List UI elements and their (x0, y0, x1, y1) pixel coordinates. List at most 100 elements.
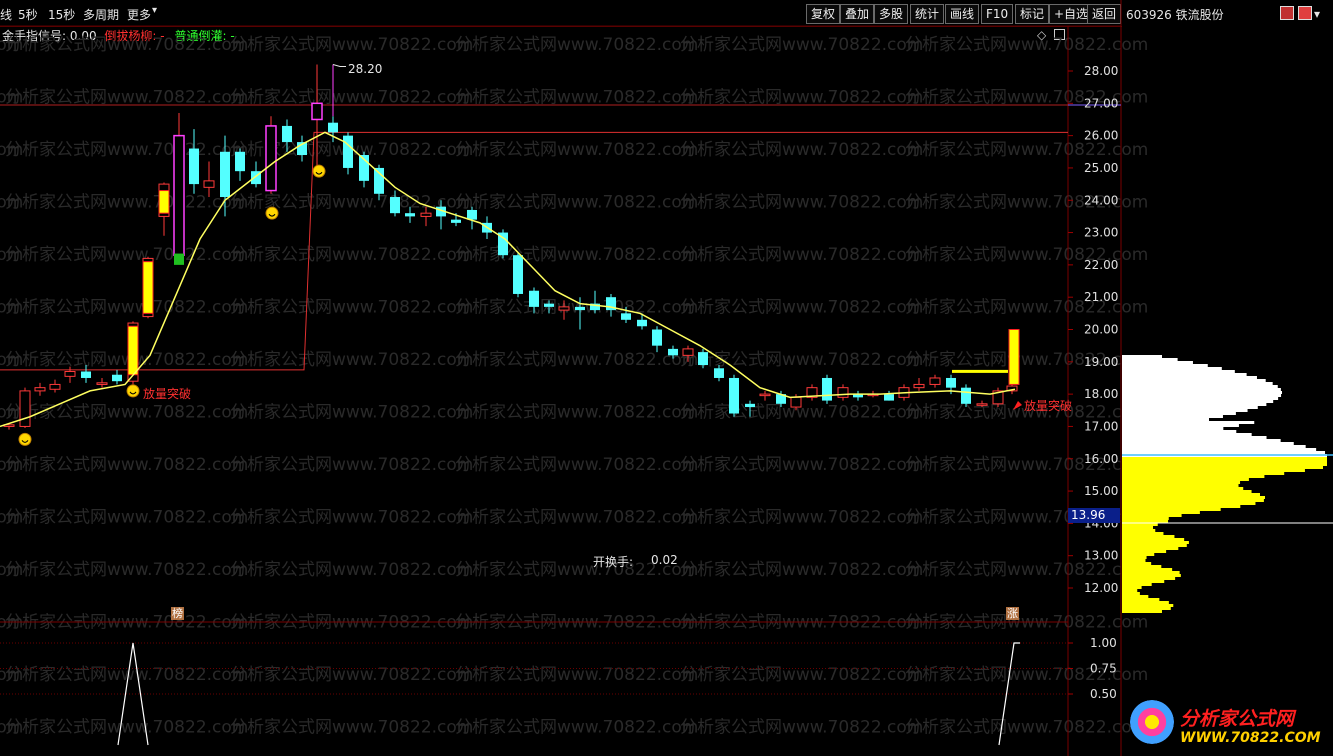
watermark-text: 分析家公式网www.70822.com (230, 298, 473, 318)
profile-bar (1122, 559, 1146, 562)
profile-bar (1122, 610, 1162, 613)
profile-bar (1122, 493, 1260, 496)
profile-bar (1122, 430, 1237, 433)
indicator-tick-label: 1.00 (1090, 636, 1117, 650)
candle-body-up (759, 393, 771, 397)
watermark-text: 分析家公式网www.70822.com (680, 193, 923, 213)
price-tick-label: 20.00 (1084, 323, 1118, 337)
candle-body-up (311, 102, 323, 120)
profile-bar (1122, 403, 1267, 406)
candle-body-up (203, 180, 215, 188)
profile-bar (1122, 397, 1279, 400)
candle-body-up (173, 135, 185, 256)
profile-bar (1122, 502, 1256, 505)
candle-body-down (467, 209, 477, 220)
turnover-value: 0.02 (651, 553, 678, 567)
candle-body-down (544, 303, 554, 307)
watermark-text: 分析家公式网www.70822.com (680, 455, 923, 475)
price-tick-label: 17.00 (1084, 419, 1118, 433)
green-bar (174, 253, 184, 265)
profile-bar (1122, 460, 1327, 463)
candle-body-up (790, 396, 802, 408)
profile-bar (1122, 448, 1317, 451)
profile-bar (1122, 415, 1223, 418)
profile-bar (1122, 463, 1327, 466)
watermark-text: 分析家公式网www.70822.com (5, 140, 248, 160)
smiley-icon (312, 164, 326, 178)
watermark-text: 分析家公式网www.70822.com (230, 245, 473, 265)
signal-bar (127, 325, 139, 376)
candle-body-down (745, 403, 755, 408)
profile-bar (1122, 487, 1244, 490)
watermark-text: 分析家公式网www.70822.com (455, 140, 698, 160)
candle-body-up (682, 348, 694, 356)
profile-bar (1122, 529, 1156, 532)
profile-bar (1122, 568, 1173, 571)
flower-icon (1130, 700, 1174, 744)
profile-bar (1122, 469, 1305, 472)
price-tick-label: 27.00 (1084, 96, 1118, 110)
profile-bar (1122, 547, 1179, 550)
candle-body-down (235, 151, 245, 172)
profile-bar (1122, 421, 1255, 424)
candle-body-down (652, 329, 662, 346)
watermark-text: 分析家公式网www.70822.com (5, 193, 248, 213)
profile-bar (1122, 475, 1265, 478)
profile-bar (1122, 604, 1174, 607)
profile-bar (1122, 511, 1200, 514)
profile-bar (1122, 589, 1138, 592)
profile-bar (1122, 607, 1171, 610)
candle-body-down (575, 306, 585, 311)
price-tick-label: 24.00 (1084, 193, 1118, 207)
candle-body-up (49, 383, 61, 390)
profile-bar (1122, 406, 1258, 409)
price-tick-label: 12.00 (1084, 581, 1118, 595)
candle-body-down (451, 219, 461, 223)
watermark-text: 分析家公式网www.70822.com (455, 193, 698, 213)
profile-bar (1122, 466, 1323, 469)
price-tick-label: 16.00 (1084, 452, 1118, 466)
watermark-text: 分析家公式网www.70822.com (680, 403, 923, 423)
candle-body-down (112, 374, 122, 382)
price-tick-label: 23.00 (1084, 226, 1118, 240)
level-bar (952, 369, 1008, 373)
current-price-marker: 13.96 (1068, 508, 1120, 523)
candle-body-down (390, 197, 400, 214)
watermark-text: 分析家公式网www.70822.com (905, 140, 1148, 160)
candle-body-down (282, 125, 292, 143)
signal-bar (158, 190, 170, 214)
profile-bar (1122, 505, 1241, 508)
candle-body-down (189, 148, 199, 185)
profile-bar (1122, 598, 1160, 601)
profile-bar (1122, 373, 1247, 376)
price-tick-label: 25.00 (1084, 161, 1118, 175)
profile-bar (1122, 457, 1327, 460)
candle-body-down (343, 135, 353, 168)
signal-bar (1008, 329, 1020, 385)
watermark-text: 分析家公式网www.70822.com (230, 508, 473, 528)
watermark-text: 分析家公式网www.70822.com (5, 455, 248, 475)
watermark-text: 分析家公式网www.70822.com (455, 350, 698, 370)
watermark-text: 分析家公式网www.70822.com (230, 560, 473, 580)
candle-body-down (328, 122, 338, 133)
candle-body-down (884, 394, 894, 401)
profile-bar (1122, 565, 1162, 568)
profile-bar (1122, 481, 1241, 484)
profile-bar (1122, 541, 1189, 544)
watermark-text: 分析家公式网www.70822.com (5, 560, 248, 580)
candle-body-up (96, 382, 108, 385)
price-tick-label: 28.00 (1084, 64, 1118, 78)
profile-bar (1122, 442, 1294, 445)
breakout-label-left: 放量突破 (143, 387, 192, 401)
candle-body-down (698, 352, 708, 366)
price-tick-label: 26.00 (1084, 129, 1118, 143)
kline-chart[interactable]: 分析家公式网www.70822.com分析家公式网www.70822.com分析… (0, 0, 1333, 756)
watermark-text: 分析家公式网www.70822.com (680, 508, 923, 528)
profile-bar (1122, 439, 1281, 442)
profile-bar (1122, 556, 1147, 559)
watermark-text: 分析家公式网www.70822.com (230, 403, 473, 423)
watermark-text: 分析家公式网www.70822.com (680, 35, 923, 55)
profile-bar (1122, 436, 1267, 439)
candle-body-down (822, 377, 832, 401)
watermark-text: 分析家公式网www.70822.com (680, 560, 923, 580)
